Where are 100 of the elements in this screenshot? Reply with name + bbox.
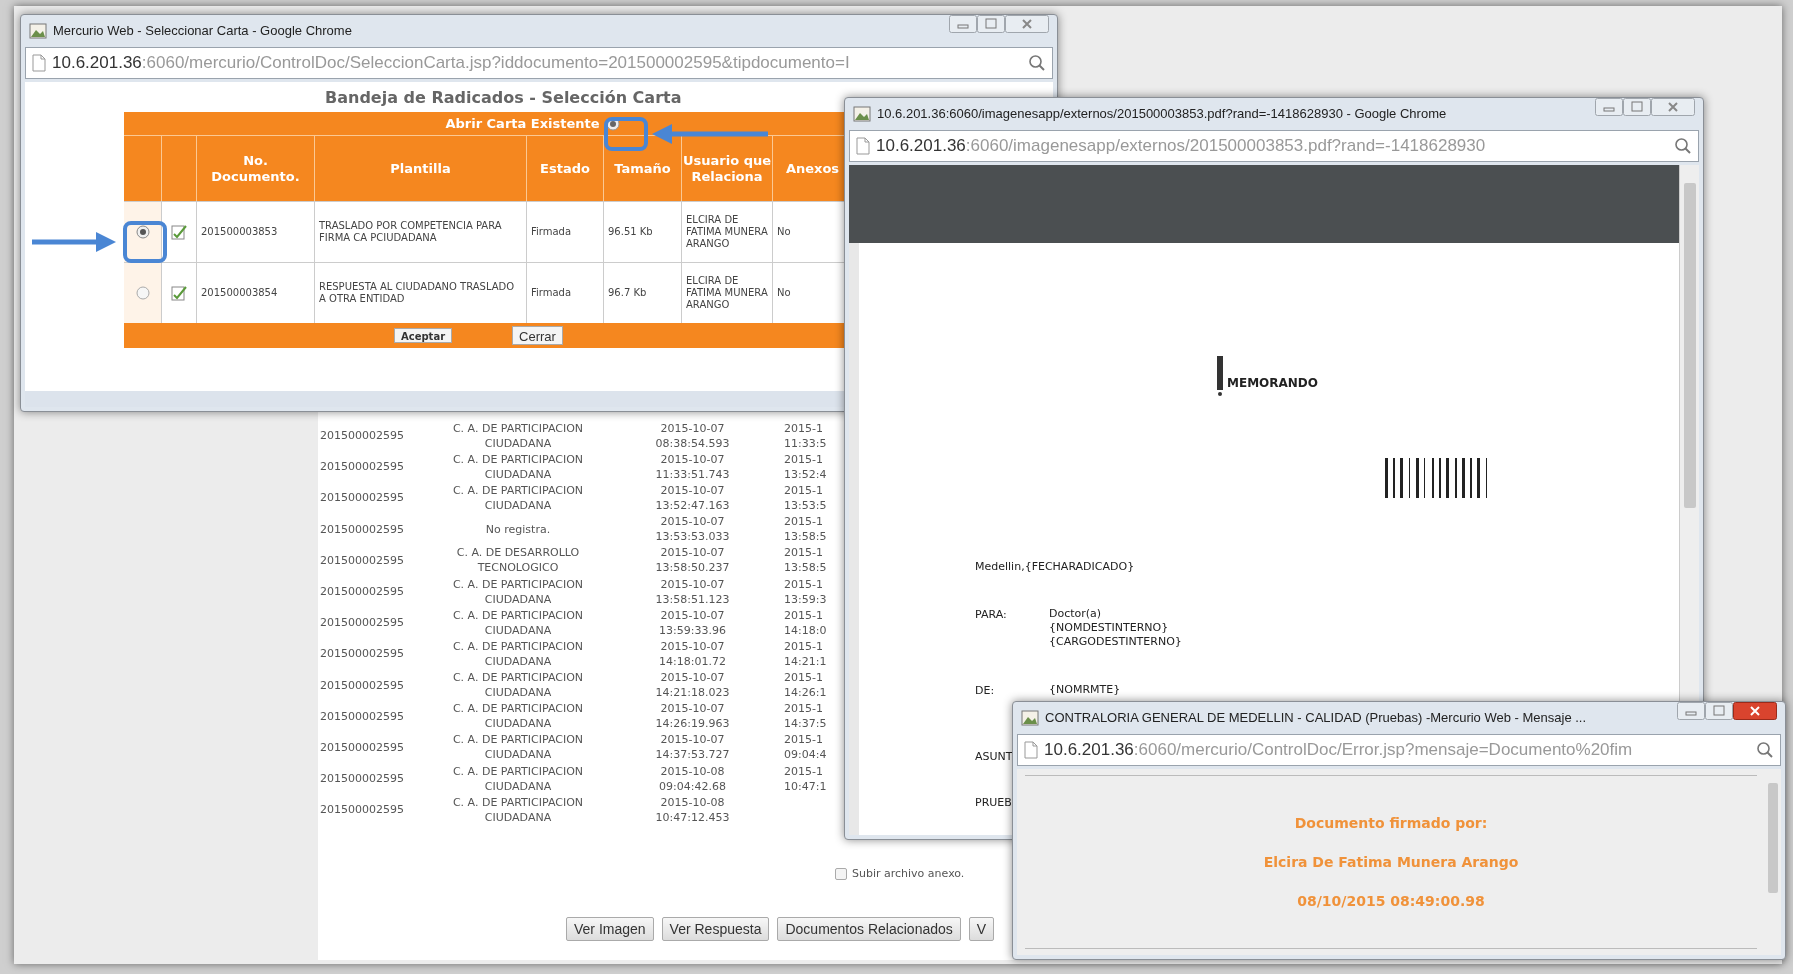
document-text: Medellin,{FECHARADICADO} bbox=[975, 559, 1135, 575]
minimize-button[interactable] bbox=[949, 15, 977, 33]
table-cell-text: No registra. bbox=[484, 521, 552, 537]
table-cell-text: C. A. DE PARTICIPACION CIUDADANA bbox=[451, 638, 585, 669]
message-text: Elcira De Fatima Munera Arango bbox=[1263, 852, 1519, 872]
page-icon bbox=[1021, 710, 1039, 726]
page-icon bbox=[853, 106, 871, 122]
table-cell-text: 2015-1 11:33:5 bbox=[784, 420, 828, 451]
table-cell-text: 2015-1 14:26:1 bbox=[784, 670, 828, 701]
field-value: {NOMRMTE} bbox=[1049, 683, 1121, 697]
table-cell-text: 201500002595 bbox=[320, 646, 405, 662]
field-label: ASUNT bbox=[975, 749, 1013, 765]
field-value: {NOMDESTINTERNO} bbox=[1049, 621, 1170, 635]
scrollbar-thumb[interactable] bbox=[1768, 783, 1778, 893]
minimize-button[interactable] bbox=[1677, 702, 1705, 720]
action-button[interactable]: Documentos Relacionados bbox=[777, 917, 961, 941]
table-cell-text: 2015-10-08 09:04:42.68 bbox=[658, 763, 727, 794]
logo-text: MEMORANDO bbox=[1227, 375, 1318, 392]
table-cell: RESPUESTA AL CIUDADANO TRASLADO A OTRA ENTIDAD bbox=[315, 263, 527, 323]
table-cell-text: 201500002595 bbox=[320, 771, 405, 787]
table-cell-text: 2015-1 10:47:1 bbox=[784, 763, 828, 794]
maximize-button[interactable] bbox=[1623, 98, 1651, 116]
maximize-button[interactable] bbox=[1705, 702, 1733, 720]
table-cell-text: 201500002595 bbox=[320, 615, 405, 631]
table-cell-text: C. A. DE PARTICIPACION CIUDADANA bbox=[451, 607, 585, 638]
table-cell-text: C. A. DE PARTICIPACION CIUDADANA bbox=[451, 732, 585, 763]
table-cell-text: C. A. DE PARTICIPACION CIUDADANA bbox=[451, 451, 585, 482]
page-heading: Bandeja de Radicados - Selección Carta bbox=[325, 87, 682, 109]
field-label: DE: bbox=[975, 683, 995, 699]
table-cell-text: 2015-10-07 14:21:18.023 bbox=[654, 670, 731, 701]
action-button[interactable]: Ver Respuesta bbox=[661, 917, 770, 941]
table-cell-text: C. A. DE PARTICIPACION CIUDADANA bbox=[451, 420, 585, 451]
page-icon bbox=[1024, 741, 1038, 759]
dialog-button[interactable]: Aceptar bbox=[394, 328, 453, 343]
checkbox-label: Subir archivo anexo. bbox=[852, 866, 965, 882]
page-icon bbox=[29, 23, 47, 39]
table-cell-text: 201500002595 bbox=[320, 428, 405, 444]
window-title: Mercurio Web - Seleccionar Carta - Google Chrome bbox=[53, 22, 352, 41]
logo-mark-icon bbox=[1217, 356, 1225, 396]
table-cell-text: 201500002595 bbox=[320, 459, 405, 475]
highlight-frame bbox=[604, 117, 648, 151]
table-cell-text: 201500002595 bbox=[320, 677, 405, 693]
table-cell-text: 2015-10-07 08:38:54.593 bbox=[654, 420, 731, 451]
edit-document-icon[interactable] bbox=[170, 284, 188, 302]
search-icon[interactable] bbox=[1674, 137, 1692, 155]
table-cell-text: 2015-10-07 13:58:50.237 bbox=[654, 545, 731, 576]
field-value: Doctor(a) bbox=[1049, 607, 1103, 621]
address-bar[interactable]: 10.6.201.36:6060/imagenesapp/externos/201500003853.pdf?rand=-1418628930 bbox=[849, 130, 1699, 162]
search-icon[interactable] bbox=[1756, 741, 1774, 759]
address-bar[interactable]: 10.6.201.36:6060/mercurio/ControlDoc/SeleccionCarta.jsp?iddocumento=201500002595&tipdocumento=I bbox=[25, 47, 1053, 79]
table-cell-text: 2015-1 13:59:3 bbox=[784, 576, 828, 607]
table-cell-text: 2015-10-07 11:33:51.743 bbox=[654, 451, 731, 482]
table-cell-text: C. A. DE PARTICIPACION CIUDADANA bbox=[451, 670, 585, 701]
table-cell-text: 2015-1 13:52:4 bbox=[784, 451, 828, 482]
url-text: 10.6.201.36:6060/imagenesapp/externos/201500003853.pdf?rand=-1418628930 bbox=[876, 135, 1487, 158]
field-value: {CARGODESTINTERNO} bbox=[1049, 635, 1182, 649]
table-cell: Firmada bbox=[527, 263, 604, 323]
window-title: 10.6.201.36:6060/imagenesapp/externos/201500003853.pdf?rand=-1418628930 - Google Chrome bbox=[877, 105, 1447, 124]
edit-document-icon[interactable] bbox=[170, 223, 188, 241]
table-cell-text: 2015-1 13:58:5 bbox=[784, 545, 828, 576]
scrollbar-thumb[interactable] bbox=[1683, 183, 1696, 508]
table-cell-text: 2015-10-07 13:59:33.96 bbox=[658, 607, 727, 638]
table-cell-text: 2015-10-07 13:53:53.033 bbox=[654, 514, 731, 545]
message-text: 08/10/2015 08:49:00.98 bbox=[1297, 891, 1485, 911]
table-cell-text: 201500002595 bbox=[320, 490, 405, 506]
radio-button[interactable] bbox=[135, 286, 150, 300]
table-cell-text: 2015-10-07 13:52:47.163 bbox=[654, 482, 731, 513]
table-cell-text: C. A. DE PARTICIPACION CIUDADANA bbox=[451, 763, 585, 794]
url-text: 10.6.201.36:6060/mercurio/ControlDoc/SeleccionCarta.jsp?iddocumento=201500002595&tipdocumento=I bbox=[52, 52, 851, 75]
table-cell: 96.7 Kb bbox=[604, 263, 682, 323]
table-cell: ELCIRA DE FATIMA MUNERA ARANGO bbox=[682, 263, 773, 323]
table-cell-text: 2015-1 13:53:5 bbox=[784, 482, 828, 513]
address-bar[interactable]: 10.6.201.36:6060/mercurio/ControlDoc/Error.jsp?mensaje=Documento%20fim bbox=[1017, 734, 1781, 766]
table-cell-text: 2015-1 14:37:5 bbox=[784, 701, 828, 732]
maximize-button[interactable] bbox=[977, 15, 1005, 33]
page-icon bbox=[856, 137, 870, 155]
table-title: Abrir Carta Existente bbox=[445, 114, 600, 133]
table-cell-text: 201500002595 bbox=[320, 521, 405, 537]
highlight-frame bbox=[123, 221, 167, 263]
url-text: 10.6.201.36:6060/mercurio/ControlDoc/Error.jsp?mensaje=Documento%20fim bbox=[1044, 739, 1634, 762]
minimize-button[interactable] bbox=[1595, 98, 1623, 116]
table-cell-text: C. A. DE DESARROLLO TECNOLOGICO bbox=[455, 545, 581, 576]
window-title: CONTRALORIA GENERAL DE MEDELLIN - CALIDAD (Pruebas) -Mercurio Web - Mensaje ... bbox=[1045, 709, 1587, 728]
close-button[interactable] bbox=[1733, 702, 1777, 720]
dialog-button[interactable]: Cerrar bbox=[512, 326, 563, 345]
table-cell-text: C. A. DE PARTICIPACION CIUDADANA bbox=[451, 794, 585, 825]
table-cell-text: 2015-10-07 14:18:01.72 bbox=[658, 638, 727, 669]
radio-button[interactable] bbox=[135, 225, 150, 239]
action-button[interactable]: V bbox=[968, 917, 995, 941]
checkbox[interactable] bbox=[835, 868, 847, 881]
search-icon[interactable] bbox=[1028, 54, 1046, 72]
table-cell-text: 201500002595 bbox=[320, 708, 405, 724]
table-cell-text: 201500002595 bbox=[320, 584, 405, 600]
table-cell-text: 201500002595 bbox=[320, 739, 405, 755]
action-button[interactable]: Ver Imagen bbox=[566, 917, 654, 941]
table-cell-text: 2015-1 13:58:5 bbox=[784, 514, 828, 545]
page-icon bbox=[32, 54, 46, 72]
table-cell-text: C. A. DE PARTICIPACION CIUDADANA bbox=[451, 482, 585, 513]
field-label: PARA: bbox=[975, 607, 1007, 623]
table-cell-text: 2015-10-07 14:26:19.963 bbox=[654, 701, 731, 732]
